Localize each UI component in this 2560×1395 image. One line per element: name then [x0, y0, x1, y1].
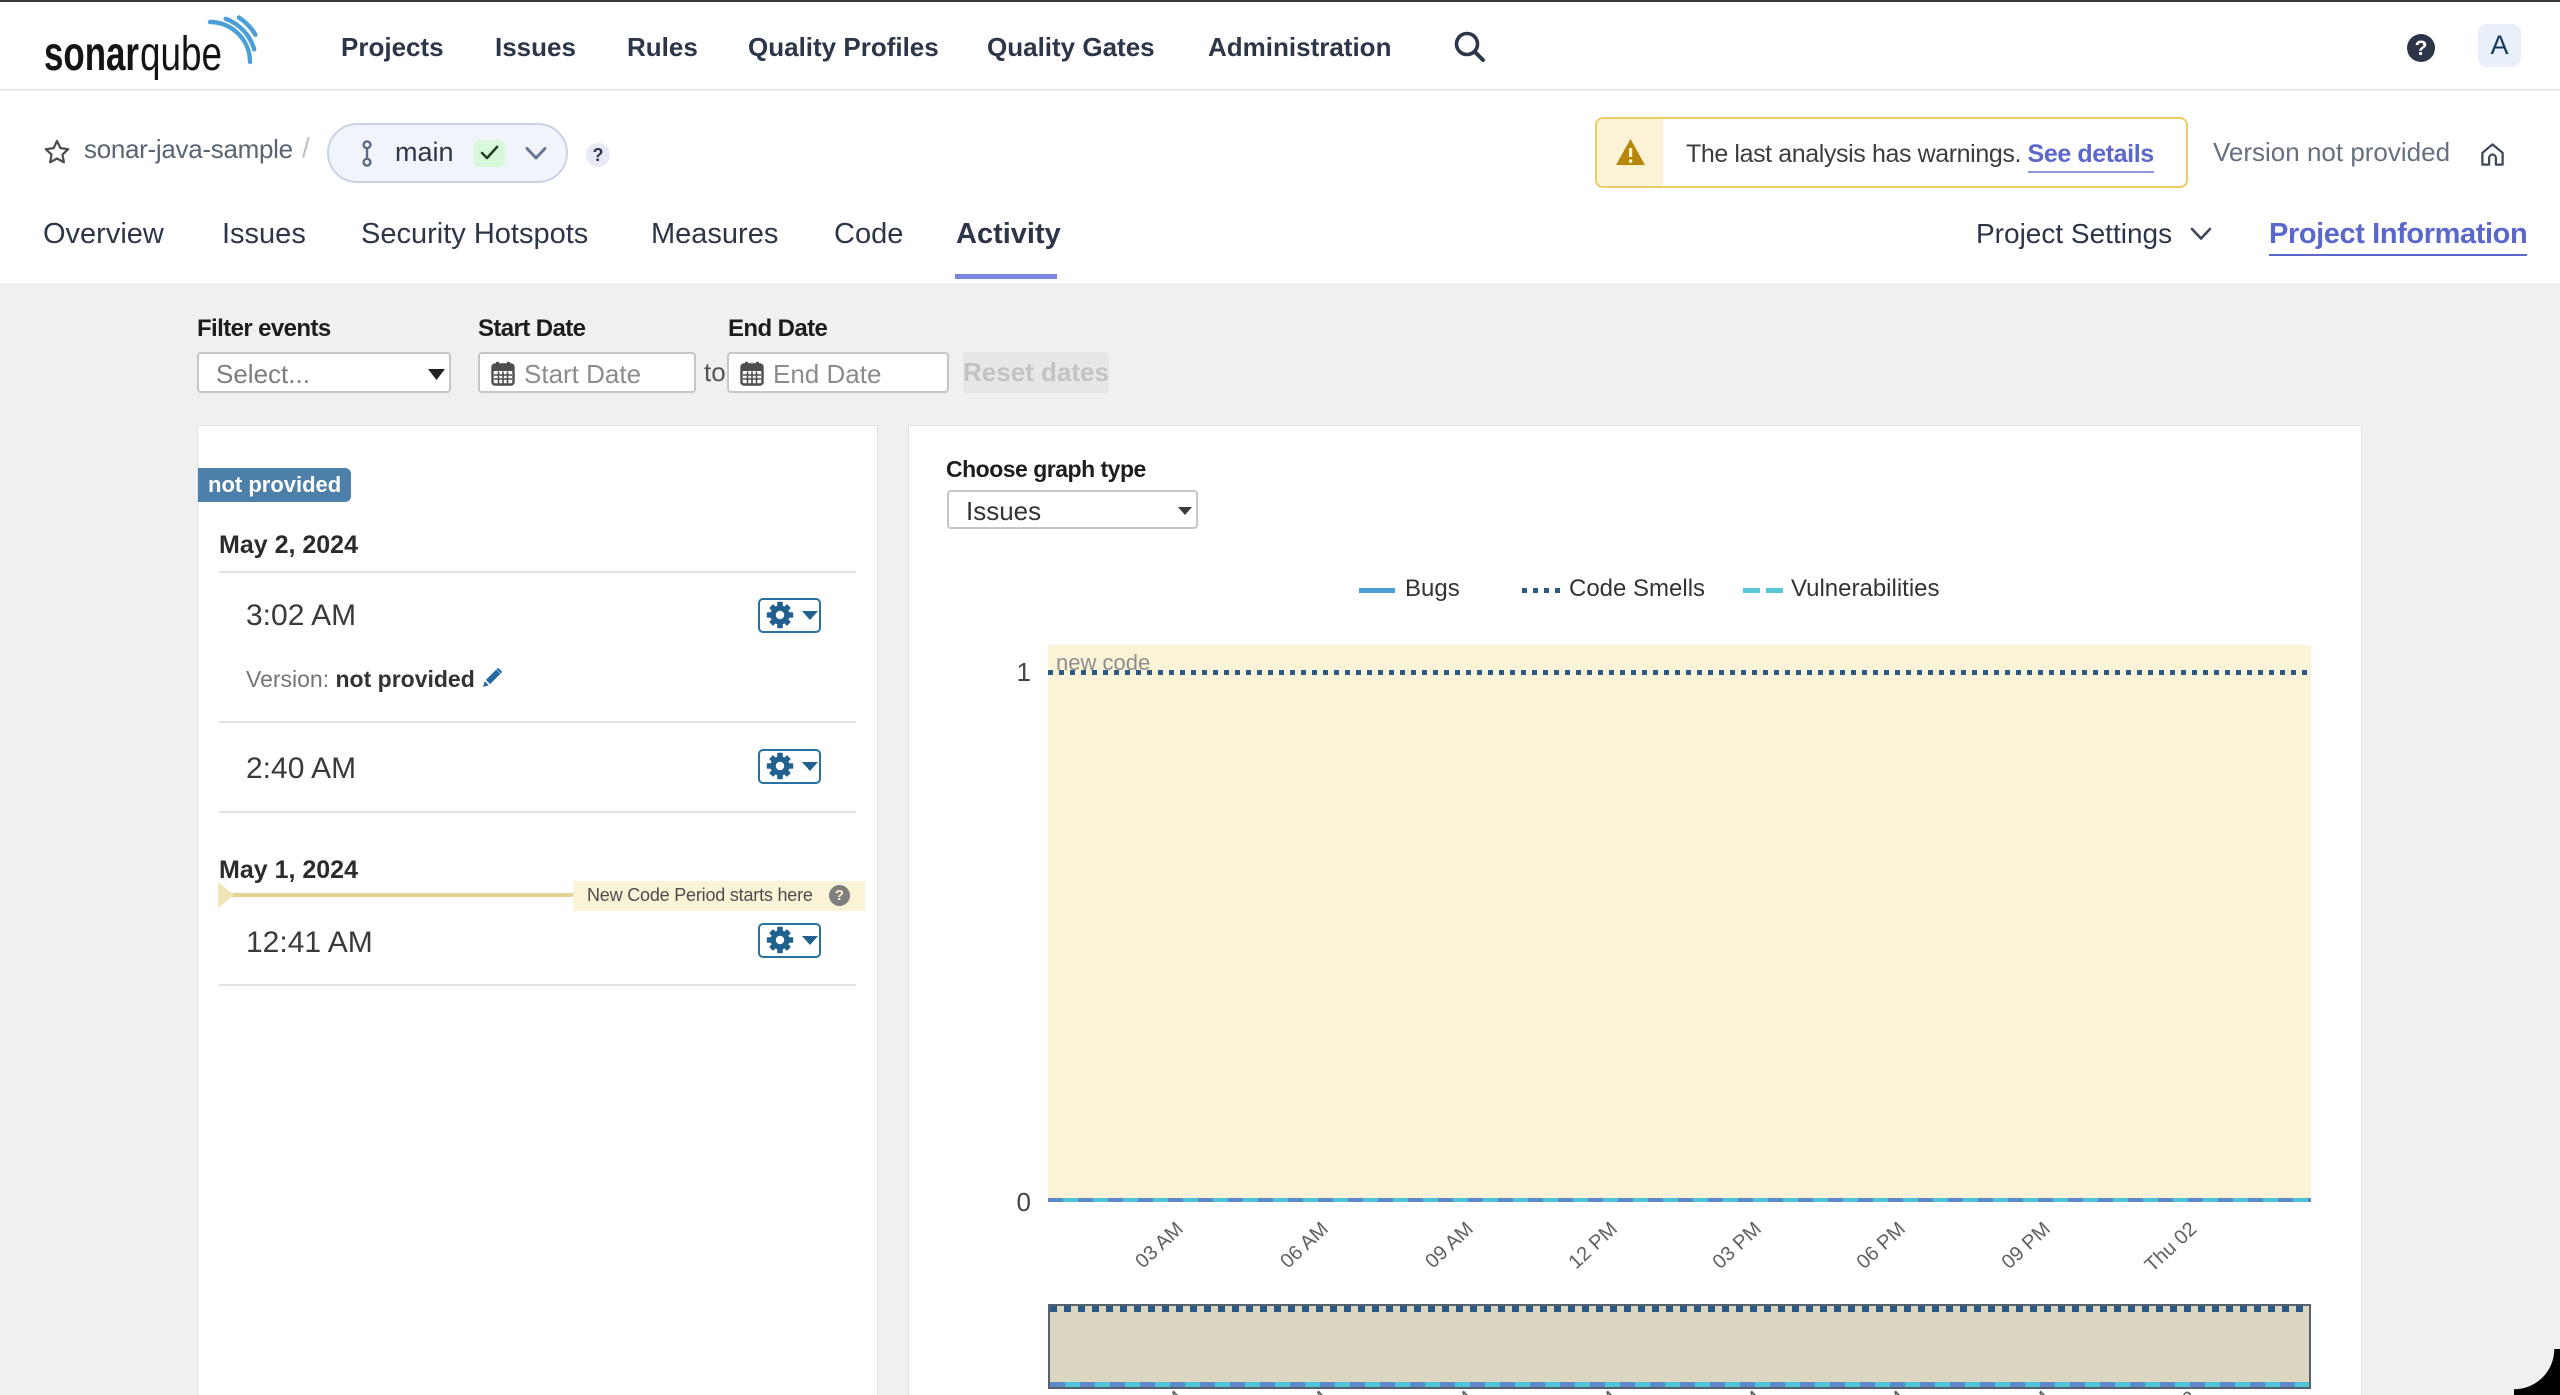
svg-text:qube: qube — [140, 28, 222, 81]
svg-text:sonar: sonar — [44, 28, 139, 81]
